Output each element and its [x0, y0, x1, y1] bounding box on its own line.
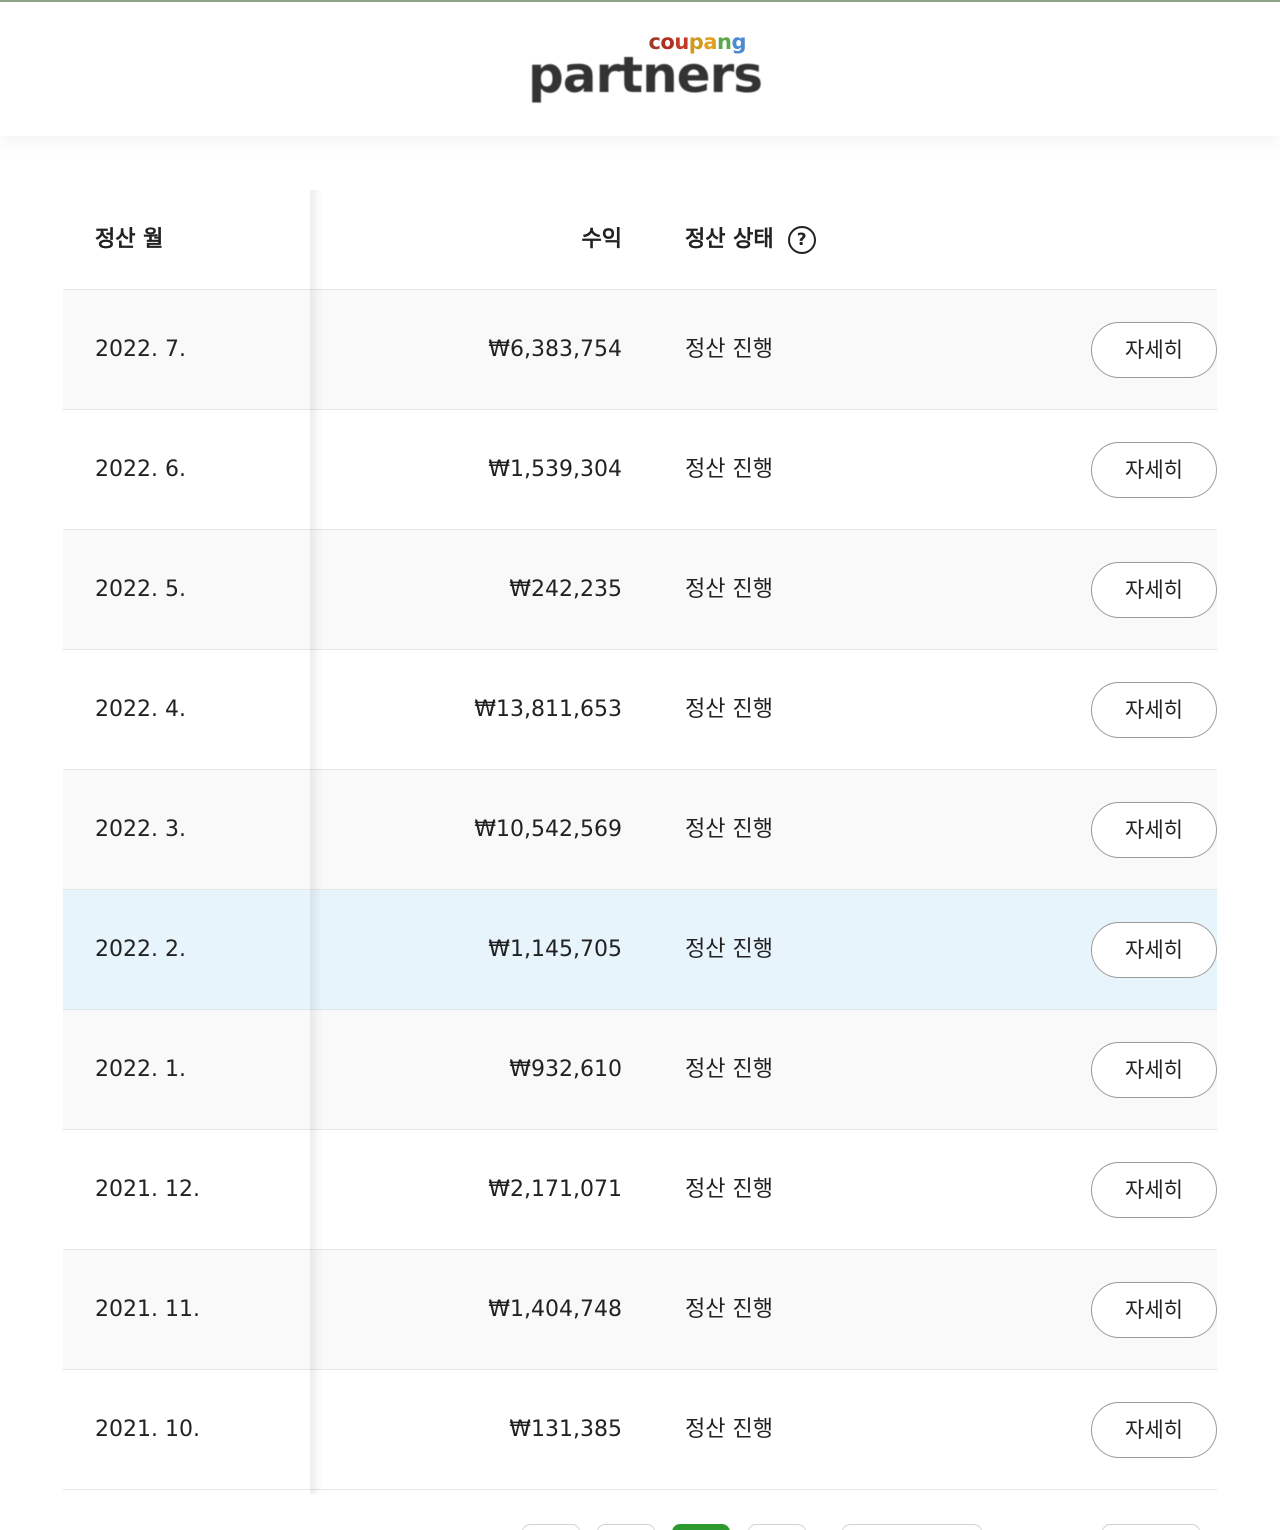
cell-settlement-status: 정산 진행 — [685, 937, 773, 962]
table-row: 2022. 3. ₩10,542,569 정산 진행 자세히 — [63, 770, 1217, 890]
pagination-page[interactable] — [748, 1524, 806, 1530]
cell-income: ₩1,539,304 — [488, 457, 622, 482]
detail-button[interactable]: 자세히 — [1091, 562, 1217, 618]
cell-settlement-status: 정산 진행 — [685, 1297, 773, 1322]
cell-income: ₩1,404,748 — [488, 1297, 622, 1322]
header-status-label: 정산 상태 — [685, 227, 774, 252]
table-row: 2022. 2. ₩1,145,705 정산 진행 자세히 — [63, 890, 1217, 1010]
detail-button[interactable]: 자세히 — [1091, 1162, 1217, 1218]
cell-income: ₩6,383,754 — [488, 337, 622, 362]
cell-settlement-month: 2021. 10. — [95, 1417, 200, 1442]
cell-settlement-month: 2022. 4. — [95, 697, 186, 722]
help-icon[interactable]: ? — [787, 226, 816, 254]
cell-income: ₩932,610 — [509, 1057, 622, 1082]
cell-settlement-month: 2022. 2. — [95, 937, 186, 962]
pagination — [520, 1524, 1220, 1530]
table-row: 2022. 4. ₩13,811,653 정산 진행 자세히 — [63, 650, 1217, 770]
logo-partners-wordmark: partners — [528, 46, 763, 104]
header-settlement-status: 정산 상태 ? — [685, 190, 816, 290]
detail-button[interactable]: 자세히 — [1091, 442, 1217, 498]
detail-button[interactable]: 자세히 — [1091, 1282, 1217, 1338]
cell-settlement-month: 2022. 3. — [95, 817, 186, 842]
cell-income: ₩13,811,653 — [474, 697, 622, 722]
site-header: coupang partners — [0, 2, 1280, 136]
cell-settlement-status: 정산 진행 — [685, 337, 773, 362]
detail-button[interactable]: 자세히 — [1091, 1402, 1217, 1458]
cell-income: ₩1,145,705 — [488, 937, 622, 962]
detail-button[interactable]: 자세히 — [1091, 322, 1217, 378]
table-row: 2022. 1. ₩932,610 정산 진행 자세히 — [63, 1010, 1217, 1130]
pagination-page[interactable] — [597, 1524, 655, 1530]
coupang-partners-logo[interactable]: coupang partners — [528, 30, 763, 110]
pagination-jump[interactable] — [842, 1524, 982, 1530]
table-row: 2021. 10. ₩131,385 정산 진행 자세히 — [63, 1370, 1217, 1490]
cell-settlement-month: 2021. 12. — [95, 1177, 200, 1202]
cell-settlement-status: 정산 진행 — [685, 1177, 773, 1202]
cell-settlement-month: 2022. 6. — [95, 457, 186, 482]
detail-button[interactable]: 자세히 — [1091, 802, 1217, 858]
cell-settlement-status: 정산 진행 — [685, 457, 773, 482]
table-row: 2022. 6. ₩1,539,304 정산 진행 자세히 — [63, 410, 1217, 530]
pagination-next[interactable] — [1102, 1524, 1200, 1530]
cell-settlement-status: 정산 진행 — [685, 817, 773, 842]
cell-settlement-status: 정산 진행 — [685, 1057, 773, 1082]
table-row: 2021. 11. ₩1,404,748 정산 진행 자세히 — [63, 1250, 1217, 1370]
table-row: 2021. 12. ₩2,171,071 정산 진행 자세히 — [63, 1130, 1217, 1250]
table-body: 2022. 7. ₩6,383,754 정산 진행 자세히 2022. 6. ₩1,539… — [63, 290, 1217, 1490]
table-row: 2022. 5. ₩242,235 정산 진행 자세히 — [63, 530, 1217, 650]
cell-settlement-status: 정산 진행 — [685, 577, 773, 602]
table-header: 정산 월 수익 정산 상태 ? — [63, 190, 1217, 290]
cell-settlement-month: 2021. 11. — [95, 1297, 200, 1322]
cell-settlement-month: 2022. 5. — [95, 577, 186, 602]
cell-income: ₩131,385 — [509, 1417, 622, 1442]
cell-income: ₩10,542,569 — [474, 817, 622, 842]
cell-income: ₩2,171,071 — [488, 1177, 622, 1202]
table-row: 2022. 7. ₩6,383,754 정산 진행 자세히 — [63, 290, 1217, 410]
cell-settlement-status: 정산 진행 — [685, 697, 773, 722]
cell-settlement-month: 2022. 1. — [95, 1057, 186, 1082]
detail-button[interactable]: 자세히 — [1091, 922, 1217, 978]
header-income: 수익 — [581, 227, 622, 252]
pagination-prev[interactable] — [522, 1524, 580, 1530]
header-settlement-month: 정산 월 — [95, 227, 164, 252]
cell-settlement-month: 2022. 7. — [95, 337, 186, 362]
pagination-page-active[interactable] — [672, 1524, 730, 1530]
detail-button[interactable]: 자세히 — [1091, 1042, 1217, 1098]
cell-settlement-status: 정산 진행 — [685, 1417, 773, 1442]
detail-button[interactable]: 자세히 — [1091, 682, 1217, 738]
settlement-table: 정산 월 수익 정산 상태 ? 2022. 7. ₩6,383,754 정산 진행 자… — [63, 190, 1217, 1494]
cell-income: ₩242,235 — [509, 577, 622, 602]
